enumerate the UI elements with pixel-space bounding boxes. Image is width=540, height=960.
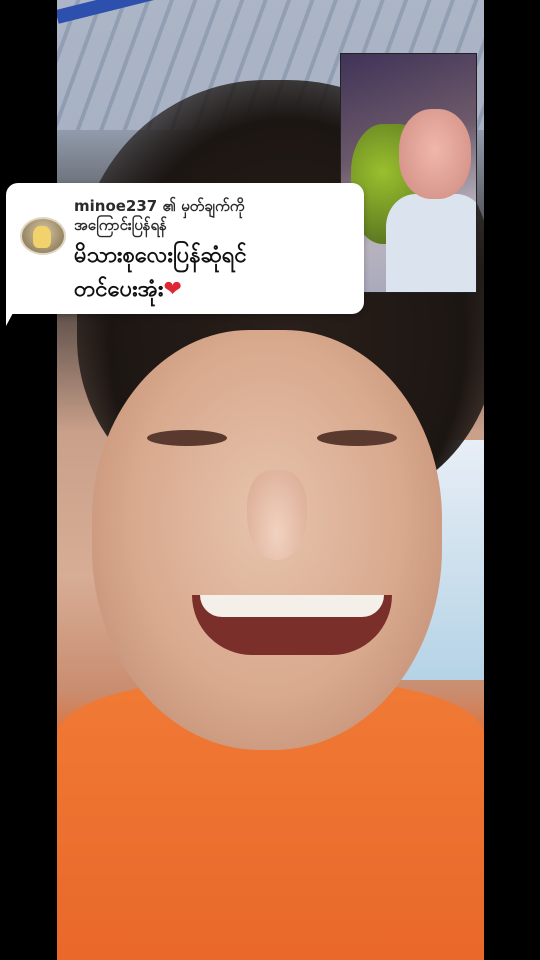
reply-comment-text: မိသားစုလေးပြန်ဆုံရင် တင်ပေးအုံး❤ (74, 239, 359, 307)
reply-body-line1: မိသားစုလေးပြန်ဆုံရင် (74, 243, 247, 268)
commenter-username[interactable]: minoe237 (74, 197, 157, 215)
commenter-avatar[interactable] (20, 217, 66, 255)
reply-comment-bubble[interactable]: minoe237 ၏ မှတ်ချက်ကို အကြောင်းပြန်ရန် မ… (6, 183, 364, 314)
person-left-eye (147, 430, 227, 446)
pip-blanket (386, 194, 476, 292)
person-smile (192, 595, 392, 655)
reply-body-line2: တင်ပေးအုံး (74, 277, 164, 302)
reply-header-suffix: ၏ မှတ်ချက်ကို (162, 197, 245, 215)
reply-bubble-tail (6, 300, 20, 326)
avatar-figure (33, 226, 51, 248)
person-right-eye (317, 430, 397, 446)
person-nose (247, 470, 307, 560)
reply-header-line2: အကြောင်းပြန်ရန် (74, 216, 167, 234)
reply-header: minoe237 ၏ မှတ်ချက်ကို အကြောင်းပြန်ရန် (74, 197, 354, 235)
heart-icon: ❤ (163, 277, 182, 302)
pip-baby (399, 109, 471, 199)
person-teeth (200, 595, 384, 617)
video-screen: minoe237 ၏ မှတ်ချက်ကို အကြောင်းပြန်ရန် မ… (0, 0, 540, 960)
